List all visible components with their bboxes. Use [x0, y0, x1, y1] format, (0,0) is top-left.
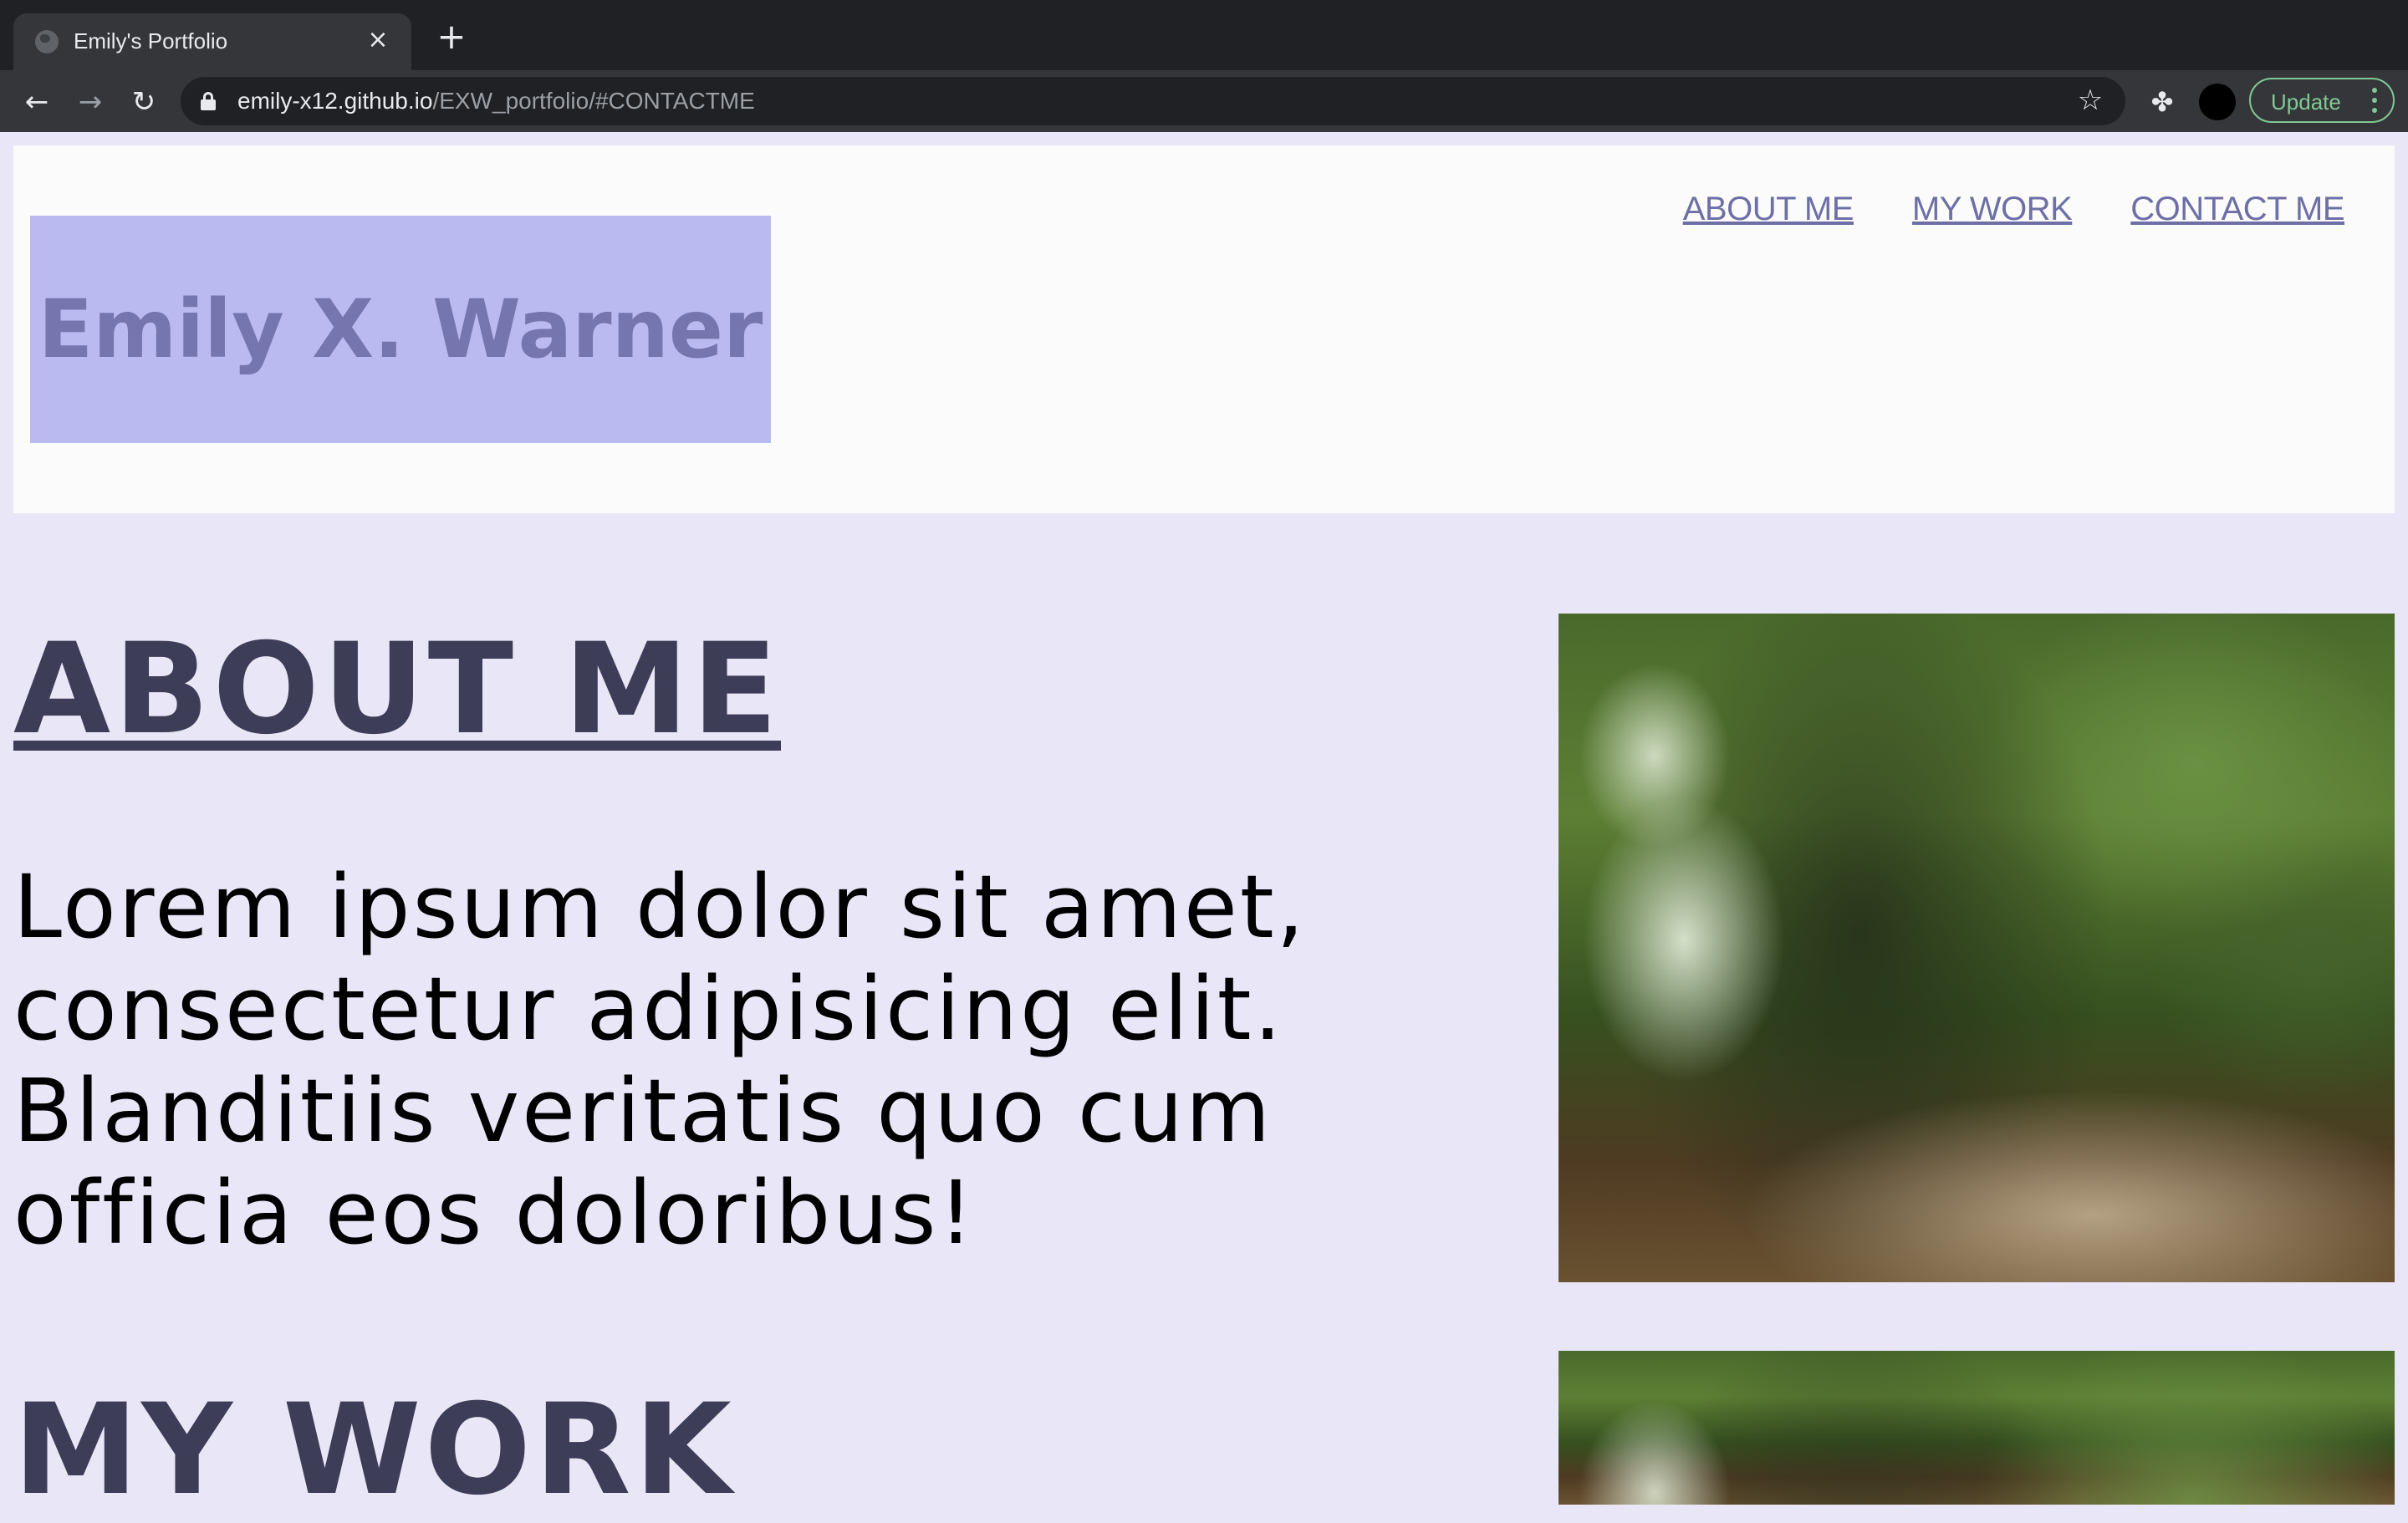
forward-button[interactable]: →	[72, 84, 109, 120]
browser-tab[interactable]: Emily's Portfolio ×	[13, 13, 411, 70]
site-header: Emily X. Warner ABOUT ME MY WORK CONTACT…	[13, 145, 2395, 513]
plus-icon: +	[436, 16, 467, 57]
new-tab-button[interactable]: +	[435, 19, 468, 55]
url-host: emily-x12.github.io	[237, 88, 433, 114]
close-icon[interactable]: ×	[363, 25, 393, 55]
update-label: Update	[2271, 89, 2341, 115]
avatar[interactable]	[2199, 84, 2236, 120]
site-nav: ABOUT ME MY WORK CONTACT ME	[1683, 191, 2345, 228]
lock-icon[interactable]	[201, 92, 216, 110]
nav-link-my-work[interactable]: MY WORK	[1912, 191, 2073, 228]
globe-icon	[35, 30, 59, 53]
nav-link-contact-me[interactable]: CONTACT ME	[2130, 191, 2344, 228]
about-heading[interactable]: ABOUT ME	[13, 619, 781, 761]
site-logo-text: Emily X. Warner	[38, 283, 763, 376]
update-button[interactable]: Update	[2249, 78, 2395, 123]
about-paragraph: Lorem ipsum dolor sit amet, consectetur …	[13, 856, 1307, 1264]
url-text[interactable]: emily-x12.github.io/EXW_portfolio/#CONTA…	[237, 88, 755, 115]
nav-link-about-me[interactable]: ABOUT ME	[1683, 191, 1854, 228]
puzzle-icon[interactable]: ✤	[2145, 85, 2179, 119]
reload-button[interactable]: ↻	[125, 84, 162, 120]
browser-tab-strip: Emily's Portfolio × +	[0, 0, 2408, 70]
reload-icon: ↻	[131, 85, 156, 119]
logo-box: Emily X. Warner	[30, 216, 771, 443]
browser-toolbar: ← → ↻ emily-x12.github.io/EXW_portfolio/…	[0, 70, 2408, 132]
url-path: /EXW_portfolio/#CONTACTME	[432, 88, 755, 114]
star-icon[interactable]: ☆	[2074, 84, 2107, 117]
back-button[interactable]: ←	[18, 84, 55, 120]
arrow-left-icon: ←	[24, 85, 49, 119]
arrow-right-icon: →	[78, 85, 103, 119]
address-bar[interactable]: emily-x12.github.io/EXW_portfolio/#CONTA…	[181, 77, 2125, 125]
kebab-menu-icon[interactable]	[2371, 88, 2378, 113]
forest-path-photo	[1559, 614, 2395, 1282]
work-heading: MY WORK	[13, 1378, 735, 1523]
forest-path-photo-2	[1559, 1351, 2395, 1505]
tab-title: Emily's Portfolio	[74, 28, 228, 53]
